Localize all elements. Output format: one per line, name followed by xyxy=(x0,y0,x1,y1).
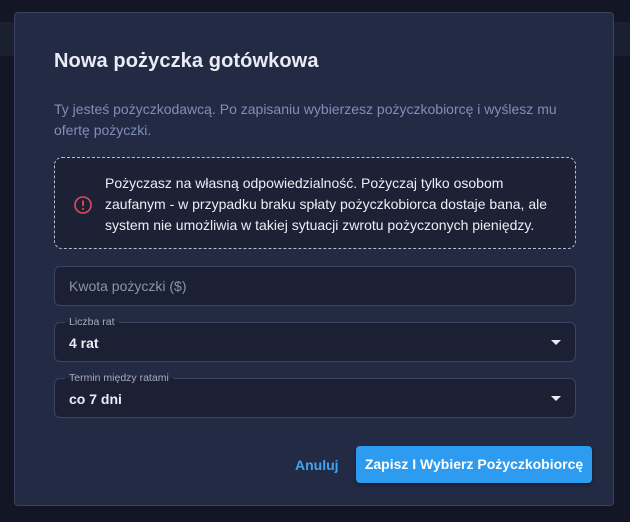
interval-value: co 7 dni xyxy=(69,391,122,407)
dialog-title: Nowa pożyczka gotówkowa xyxy=(54,50,319,72)
installments-value: 4 rat xyxy=(69,335,99,351)
loan-amount-input[interactable]: Kwota pożyczki ($) xyxy=(54,266,576,306)
interval-label: Termin między ratami xyxy=(65,371,173,385)
cancel-button[interactable]: Anuluj xyxy=(287,450,347,480)
chevron-down-icon[interactable] xyxy=(551,340,561,345)
installments-select[interactable]: Liczba rat 4 rat xyxy=(54,315,576,362)
loan-amount-placeholder: Kwota pożyczki ($) xyxy=(69,278,187,294)
warning-box: Pożyczasz na własną odpowiedzialność. Po… xyxy=(54,157,576,249)
exclamation-circle-icon xyxy=(74,196,92,214)
dialog-description: Ty jesteś pożyczkodawcą. Po zapisaniu wy… xyxy=(54,101,557,138)
new-loan-dialog: Nowa pożyczka gotówkowa Ty jesteś pożycz… xyxy=(14,12,614,506)
installments-label: Liczba rat xyxy=(65,315,119,329)
warning-text: Pożyczasz na własną odpowiedzialność. Po… xyxy=(105,175,548,233)
interval-select[interactable]: Termin między ratami co 7 dni xyxy=(54,371,576,418)
save-and-choose-borrower-button[interactable]: Zapisz I Wybierz Pożyczkobiorcę xyxy=(356,446,592,483)
chevron-down-icon[interactable] xyxy=(551,396,561,401)
